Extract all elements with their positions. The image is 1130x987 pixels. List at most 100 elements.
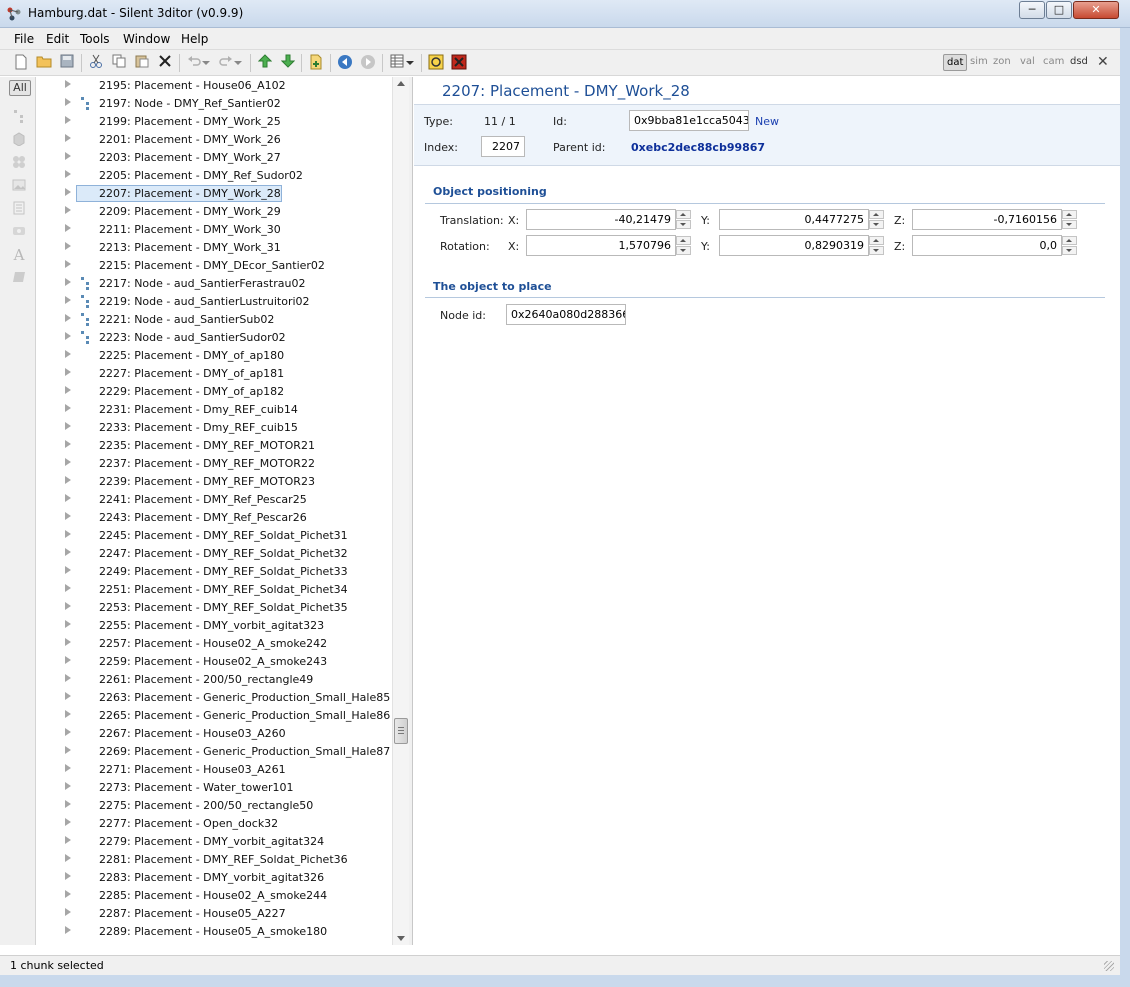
expand-arrow-icon[interactable] [65,746,71,754]
tree-row[interactable]: 2229: Placement - DMY_of_ap182 [37,383,392,401]
spin-up-icon[interactable] [676,236,691,245]
tree-row[interactable]: 2289: Placement - House05_A_smoke180 [37,923,392,941]
tree-row[interactable]: 2219: Node - aud_SantierLustruitori02 [37,293,392,311]
tree-row[interactable]: 2253: Placement - DMY_REF_Soldat_Pichet3… [37,599,392,617]
add-file-icon[interactable] [307,54,325,72]
expand-arrow-icon[interactable] [65,872,71,880]
menu-file[interactable]: File [14,32,34,46]
view-columns-icon[interactable] [388,54,406,72]
expand-arrow-icon[interactable] [65,782,71,790]
translation-x-field[interactable]: -40,21479 [526,209,676,230]
new-id-link[interactable]: New [755,115,779,128]
tree-row[interactable]: 2269: Placement - Generic_Production_Sma… [37,743,392,761]
expand-arrow-icon[interactable] [65,314,71,322]
tree-row[interactable]: 2265: Placement - Generic_Production_Sma… [37,707,392,725]
filter-sim[interactable]: sim [970,56,988,67]
tree-row[interactable]: 2277: Placement - Open_dock32 [37,815,392,833]
tree-row-selected[interactable]: 2207: Placement - DMY_Work_28 [37,185,392,203]
expand-arrow-icon[interactable] [65,260,71,268]
rotation-x-spinner[interactable] [676,236,691,255]
tree-row[interactable]: 2283: Placement - DMY_vorbit_agitat326 [37,869,392,887]
chunk-tree[interactable]: 2195: Placement - House06_A102 2197: Node… [37,77,392,945]
spin-down-icon[interactable] [869,246,884,255]
forward-icon[interactable] [359,54,377,72]
tree-row[interactable]: 2285: Placement - House02_A_smoke244 [37,887,392,905]
maximize-button[interactable]: □ [1046,1,1072,19]
expand-arrow-icon[interactable] [65,548,71,556]
close-document-icon[interactable]: ✕ [1097,54,1109,70]
film-icon[interactable] [450,54,468,72]
menu-help[interactable]: Help [181,32,208,46]
redo-dropdown-icon[interactable] [233,54,243,72]
tree-row[interactable]: 2195: Placement - House06_A102 [37,77,392,95]
expand-arrow-icon[interactable] [65,692,71,700]
expand-arrow-icon[interactable] [65,890,71,898]
spin-down-icon[interactable] [1062,246,1077,255]
rotation-y-spinner[interactable] [869,236,884,255]
tree-row[interactable]: 2263: Placement - Generic_Production_Sma… [37,689,392,707]
cut-icon[interactable] [87,54,105,72]
expand-arrow-icon[interactable] [65,638,71,646]
expand-arrow-icon[interactable] [65,386,71,394]
expand-arrow-icon[interactable] [65,494,71,502]
spin-up-icon[interactable] [676,210,691,219]
expand-arrow-icon[interactable] [65,530,71,538]
tree-row[interactable]: 2205: Placement - DMY_Ref_Sudor02 [37,167,392,185]
script-icon[interactable] [427,54,445,72]
spin-down-icon[interactable] [676,246,691,255]
tree-row[interactable]: 2279: Placement - DMY_vorbit_agitat324 [37,833,392,851]
translation-x-spinner[interactable] [676,210,691,229]
tree-row[interactable]: 2197: Node - DMY_Ref_Santier02 [37,95,392,113]
translation-z-field[interactable]: -0,7160156 [912,209,1062,230]
scroll-down-icon[interactable] [397,936,405,941]
tree-row[interactable]: 2257: Placement - House02_A_smoke242 [37,635,392,653]
image-icon[interactable] [11,178,27,194]
rotation-y-field[interactable]: 0,8290319 [719,235,869,256]
menu-edit[interactable]: Edit [46,32,69,46]
tree-row[interactable]: 2287: Placement - House05_A227 [37,905,392,923]
tree-row[interactable]: 2239: Placement - DMY_REF_MOTOR23 [37,473,392,491]
tree-row[interactable]: 2217: Node - aud_SantierFerastrau02 [37,275,392,293]
tree-row[interactable]: 2237: Placement - DMY_REF_MOTOR22 [37,455,392,473]
spin-down-icon[interactable] [869,220,884,229]
expand-arrow-icon[interactable] [65,764,71,772]
expand-arrow-icon[interactable] [65,656,71,664]
expand-arrow-icon[interactable] [65,278,71,286]
expand-arrow-icon[interactable] [65,98,71,106]
tree-row[interactable]: 2255: Placement - DMY_vorbit_agitat323 [37,617,392,635]
spin-down-icon[interactable] [676,220,691,229]
close-window-button[interactable]: ✕ [1073,1,1119,19]
expand-arrow-icon[interactable] [65,674,71,682]
node-tree-icon[interactable] [11,109,27,125]
tree-row[interactable]: 2261: Placement - 200/50_rectangle49 [37,671,392,689]
spin-up-icon[interactable] [869,210,884,219]
tree-row[interactable]: 2225: Placement - DMY_of_ap180 [37,347,392,365]
tree-row[interactable]: 2203: Placement - DMY_Work_27 [37,149,392,167]
expand-arrow-icon[interactable] [65,602,71,610]
tree-row[interactable]: 2201: Placement - DMY_Work_26 [37,131,392,149]
expand-arrow-icon[interactable] [65,350,71,358]
translation-z-spinner[interactable] [1062,210,1077,229]
expand-arrow-icon[interactable] [65,620,71,628]
expand-arrow-icon[interactable] [65,512,71,520]
tree-row[interactable]: 2275: Placement - 200/50_rectangle50 [37,797,392,815]
filter-dsd[interactable]: dsd [1070,56,1088,67]
rotation-x-field[interactable]: 1,570796 [526,235,676,256]
text-icon[interactable]: A [11,247,27,263]
expand-arrow-icon[interactable] [65,836,71,844]
expand-arrow-icon[interactable] [65,728,71,736]
tree-row[interactable]: 2259: Placement - House02_A_smoke243 [37,653,392,671]
expand-arrow-icon[interactable] [65,926,71,934]
tree-row[interactable]: 2273: Placement - Water_tower101 [37,779,392,797]
delete-icon[interactable] [156,54,174,72]
expand-arrow-icon[interactable] [65,458,71,466]
document-icon[interactable] [11,201,27,217]
expand-arrow-icon[interactable] [65,908,71,916]
expand-arrow-icon[interactable] [65,710,71,718]
tree-scrollbar[interactable] [392,77,409,945]
tree-row[interactable]: 2213: Placement - DMY_Work_31 [37,239,392,257]
expand-arrow-icon[interactable] [65,566,71,574]
tree-row[interactable]: 2231: Placement - Dmy_REF_cuib14 [37,401,392,419]
expand-arrow-icon[interactable] [65,476,71,484]
filter-cam[interactable]: cam [1043,56,1064,67]
